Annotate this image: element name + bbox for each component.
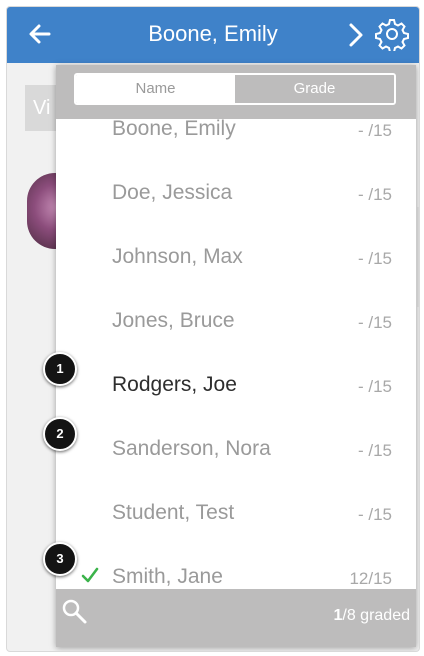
sort-segmented-control: Name Grade xyxy=(74,73,396,105)
student-name: Sanderson, Nora xyxy=(112,437,271,460)
student-row-doe[interactable]: Doe, Jessica - /15 xyxy=(56,161,416,225)
background-edge xyxy=(417,207,419,307)
sort-by-name-button[interactable]: Name xyxy=(76,75,235,103)
search-icon xyxy=(62,599,87,624)
student-name: Student, Test xyxy=(112,501,235,524)
sort-by-grade-button[interactable]: Grade xyxy=(235,75,394,103)
student-list: Boone, Emily - /15 Doe, Jessica - /15 Jo… xyxy=(56,119,416,589)
settings-button[interactable] xyxy=(375,17,409,53)
student-score: 12/15 xyxy=(349,569,392,588)
student-row-rodgers[interactable]: Rodgers, Joe - /15 xyxy=(56,353,416,417)
top-bar: Boone, Emily xyxy=(7,7,419,63)
student-row-johnson[interactable]: Johnson, Max - /15 xyxy=(56,225,416,289)
student-score: - /15 xyxy=(357,505,392,524)
next-student-button[interactable] xyxy=(345,21,367,49)
student-name: Johnson, Max xyxy=(112,245,243,268)
checkmark-icon xyxy=(81,567,99,583)
sort-control-bar: Name Grade xyxy=(56,65,416,119)
callout-badge-1: 1 xyxy=(43,352,77,386)
student-name: Smith, Jane xyxy=(112,565,223,588)
gear-icon xyxy=(375,19,409,53)
chevron-right-icon xyxy=(349,23,363,47)
student-name: Jones, Bruce xyxy=(112,309,235,332)
list-footer: 1/8 graded xyxy=(56,589,416,647)
student-score: - /15 xyxy=(357,249,392,268)
student-row-student[interactable]: Student, Test - /15 xyxy=(56,481,416,545)
graded-count: 1/8 graded xyxy=(333,607,410,625)
student-row-sanderson[interactable]: Sanderson, Nora - /15 xyxy=(56,417,416,481)
student-name: Boone, Emily xyxy=(112,119,236,140)
student-score: - /15 xyxy=(357,121,392,140)
student-score: - /15 xyxy=(357,377,392,396)
student-score: - /15 xyxy=(357,441,392,460)
student-score: - /15 xyxy=(357,185,392,204)
student-row-boone[interactable]: Boone, Emily - /15 xyxy=(56,119,416,161)
student-row-jones[interactable]: Jones, Bruce - /15 xyxy=(56,289,416,353)
search-button[interactable] xyxy=(60,597,88,625)
callout-badge-3: 3 xyxy=(43,542,77,576)
callout-badge-2: 2 xyxy=(43,417,77,451)
student-name: Doe, Jessica xyxy=(112,181,233,204)
student-name: Rodgers, Joe xyxy=(112,373,237,396)
graded-suffix: /8 graded xyxy=(342,607,410,624)
student-score: - /15 xyxy=(357,313,392,332)
student-row-smith[interactable]: Smith, Jane 12/15 xyxy=(56,545,416,589)
student-picker-panel: Name Grade Boone, Emily - /15 Doe, Jessi… xyxy=(56,65,416,647)
